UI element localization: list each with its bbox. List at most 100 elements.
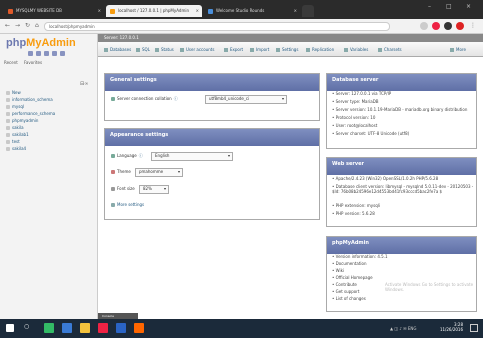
tab-status[interactable]: Status (155, 46, 174, 54)
tab-label: Status (161, 47, 174, 52)
settings-icon[interactable] (60, 51, 65, 56)
tab-variables[interactable]: Variables (344, 46, 368, 54)
browser-titlebar: MYSQLMY WEBSITE DB × localhost / 127.0.0.… (0, 0, 483, 19)
changes-link[interactable]: • List of changes (332, 296, 366, 301)
extension-icon[interactable] (420, 22, 428, 30)
file-explorer-icon[interactable] (80, 323, 90, 333)
tab-more[interactable]: More (450, 46, 466, 54)
tree-label: sakila4 (12, 146, 27, 151)
homepage-link[interactable]: • Official Homepage (332, 275, 373, 280)
tab-sql[interactable]: SQL (136, 46, 150, 54)
db-icon (6, 147, 10, 151)
tab-databases[interactable]: Databases (104, 46, 131, 54)
tab-favicon-icon (208, 8, 213, 14)
list-text: PHP extension: mysqli (335, 203, 380, 208)
sql-icon (136, 48, 140, 52)
theme-select[interactable]: pmahomme ▾ (135, 168, 183, 177)
chrome-icon[interactable] (98, 323, 108, 333)
close-tab-icon[interactable]: × (196, 8, 199, 14)
databases-icon (104, 48, 108, 52)
help-icon[interactable]: ⓘ (139, 153, 143, 158)
new-tab-button[interactable] (302, 5, 314, 17)
extension-icon[interactable] (444, 22, 452, 30)
taskbar-app-icon[interactable] (44, 323, 54, 333)
fontsize-select[interactable]: 82% ▾ (139, 185, 169, 194)
reload-icon[interactable]: ↻ (25, 22, 30, 30)
tab-label: localhost / 127.0.0.1 | phpMyAdmin (118, 8, 189, 13)
breadcrumb-server[interactable]: Server: 127.0.0.1 (104, 35, 139, 40)
tree-item[interactable]: phpmyadmin (6, 118, 38, 125)
taskbar-app-icon[interactable] (116, 323, 126, 333)
browser-tab-2[interactable]: localhost / 127.0.0.1 | phpMyAdmin × (106, 5, 202, 17)
web-server-panel: Web server • Apache/2.4.23 (Win32) OpenS… (326, 157, 477, 227)
search-icon[interactable]: ○ (24, 323, 34, 333)
tab-favicon-icon (110, 8, 115, 14)
tab-user-accounts[interactable]: User accounts (180, 46, 214, 54)
close-tab-icon[interactable]: × (294, 8, 297, 14)
tree-item[interactable]: test (6, 139, 20, 146)
list-text: Protocol version: 10 (335, 115, 376, 120)
collation-select[interactable]: utf8mb4_unicode_ci ▾ (205, 95, 287, 104)
extension-icon[interactable] (432, 22, 440, 30)
collapse-link-icon[interactable]: ⊟∞ (80, 81, 92, 87)
tree-item[interactable]: sakila4 (6, 146, 26, 153)
list-text: List of changes (335, 296, 366, 301)
general-settings-title: General settings (105, 74, 319, 91)
tree-label: performance_schema (12, 111, 56, 116)
language-select[interactable]: English ▾ (151, 152, 233, 161)
url-input[interactable]: localhost/phpmyadmin (44, 22, 390, 31)
minimize-icon[interactable]: – (428, 3, 431, 11)
tree-item[interactable]: sakilab1 (6, 132, 29, 139)
documentation-link[interactable]: • Documentation (332, 261, 366, 266)
tree-label: mysql (12, 104, 24, 109)
browser-tab-3[interactable]: Welcome Studio Rounds × (204, 5, 300, 17)
tab-label: Export (230, 47, 244, 52)
wiki-link[interactable]: • Wiki (332, 268, 344, 273)
language-label-text: Language (117, 153, 137, 158)
tab-charsets[interactable]: Charsets (378, 46, 402, 54)
logo-text: php (6, 37, 27, 49)
tab-export[interactable]: Export (224, 46, 243, 54)
tab-label: Import (256, 47, 270, 52)
taskbar-app-icon[interactable] (134, 323, 144, 333)
forward-icon[interactable]: → (15, 22, 20, 30)
tree-item[interactable]: mysql (6, 104, 24, 111)
support-link[interactable]: • Get support (332, 289, 359, 294)
tree-item[interactable]: performance_schema (6, 111, 55, 118)
url-text: localhost/phpmyadmin (49, 24, 95, 29)
tab-settings[interactable]: Settings (276, 46, 298, 54)
help-icon[interactable] (44, 51, 49, 56)
tree-item[interactable]: information_schema (6, 97, 53, 104)
system-tray-icons[interactable]: ▲ ◫ ♪ ✉ ENG (390, 326, 440, 332)
notifications-icon[interactable] (470, 324, 478, 332)
taskbar-app-icon[interactable] (62, 323, 72, 333)
browser-tab-1[interactable]: MYSQLMY WEBSITE DB × (4, 5, 104, 17)
tab-replication[interactable]: Replication (306, 46, 334, 54)
extension-icon[interactable] (456, 22, 464, 30)
tree-item[interactable]: New (6, 90, 21, 97)
contribute-link[interactable]: • Contribute (332, 282, 357, 287)
navigation-panel: phpMyAdmin Recent Favorites ⊟∞ New infor… (0, 34, 98, 319)
maximize-icon[interactable]: □ (446, 3, 452, 11)
home-icon[interactable] (28, 51, 33, 56)
close-tab-icon[interactable]: × (98, 8, 101, 14)
windows-start-icon[interactable] (6, 324, 14, 332)
language-value: English (155, 153, 170, 158)
docs-icon[interactable] (52, 51, 57, 56)
more-icon (450, 48, 454, 52)
favorites-tab[interactable]: Favorites (24, 60, 60, 67)
home-icon[interactable]: ⌂ (35, 22, 39, 30)
clock[interactable]: 3:28 11/26/2016 (440, 322, 463, 332)
tree-item[interactable]: sakila (6, 125, 24, 132)
db-icon (6, 119, 10, 123)
more-settings-link[interactable]: More settings (111, 202, 144, 208)
phpmyadmin-logo[interactable]: phpMyAdmin (6, 37, 76, 49)
help-icon[interactable]: ⓘ (174, 96, 178, 101)
tab-import[interactable]: Import (250, 46, 269, 54)
back-icon[interactable]: ← (5, 22, 10, 30)
close-window-icon[interactable]: × (466, 3, 471, 11)
export-icon (224, 48, 228, 52)
menu-icon[interactable]: ⋮ (470, 22, 476, 30)
theme-value: pmahomme (139, 169, 164, 174)
logout-icon[interactable] (36, 51, 41, 56)
